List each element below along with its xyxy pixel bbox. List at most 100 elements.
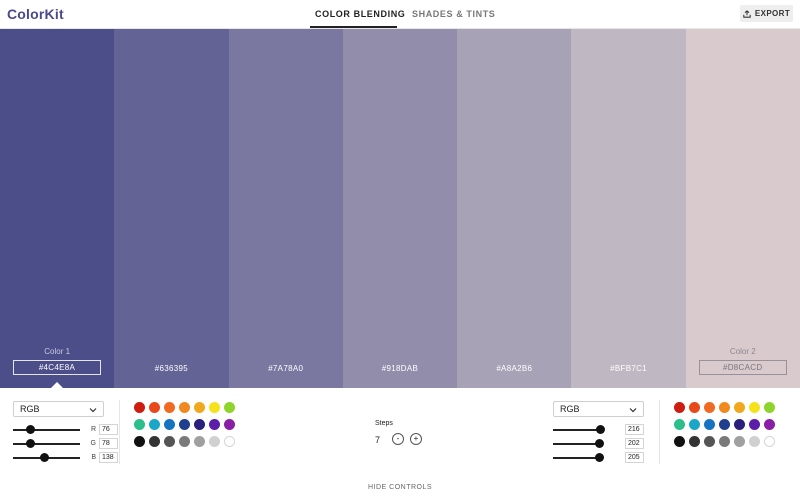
swatch-hex: #918DAB <box>381 364 419 373</box>
controls-panel: RGB R 76 G 78 B 138 Steps 7 - + RGB R 21… <box>0 388 800 500</box>
slider-handle[interactable] <box>596 425 605 434</box>
color1-g-slider[interactable]: G 78 <box>13 438 118 450</box>
color2-b-slider[interactable]: B 205 <box>553 452 653 464</box>
color2-mode-value: RGB <box>560 404 580 414</box>
slider-handle[interactable] <box>595 439 604 448</box>
slider-track <box>13 429 80 431</box>
palette-color-dot[interactable] <box>689 402 700 413</box>
color2-hex-input[interactable]: #D8CACD <box>698 360 787 375</box>
color1-mode-value: RGB <box>20 404 40 414</box>
palette-color-dot[interactable] <box>134 436 145 447</box>
swatch-5[interactable]: #A8A2B6 <box>457 29 572 388</box>
top-bar: ColorKit COLOR BLENDING SHADES & TINTS E… <box>0 0 800 29</box>
palette-color-dot[interactable] <box>224 436 235 447</box>
color1-b-slider[interactable]: B 138 <box>13 452 118 464</box>
palette-color-dot[interactable] <box>134 402 145 413</box>
blend-swatches: Color 1 #4C4E8A #636395 #7A78A0 #918DAB … <box>0 29 800 388</box>
export-button[interactable]: EXPORT <box>740 5 793 22</box>
r-label: R <box>90 426 96 433</box>
palette-color-dot[interactable] <box>749 436 760 447</box>
palette-color-dot[interactable] <box>674 402 685 413</box>
palette-color-dot[interactable] <box>704 402 715 413</box>
color1-label: Color 1 <box>44 347 71 356</box>
palette-color-dot[interactable] <box>149 419 160 430</box>
palette-color-dot[interactable] <box>749 419 760 430</box>
swatch-1[interactable]: Color 1 #4C4E8A <box>0 29 115 388</box>
palette-color-dot[interactable] <box>674 419 685 430</box>
palette-color-dot[interactable] <box>179 436 190 447</box>
color1-hex-input[interactable]: #4C4E8A <box>13 360 101 375</box>
tab-shades-tints[interactable]: SHADES & TINTS <box>412 9 495 19</box>
palette-color-dot[interactable] <box>179 402 190 413</box>
color2-g-input[interactable]: 202 <box>625 438 644 449</box>
color1-r-input[interactable]: 76 <box>99 424 118 435</box>
color1-r-slider[interactable]: R 76 <box>13 424 118 436</box>
steps-increment-button[interactable]: + <box>410 433 422 445</box>
palette-color-dot[interactable] <box>209 419 220 430</box>
chevron-down-icon <box>629 408 637 413</box>
slider-handle[interactable] <box>26 439 35 448</box>
steps-decrement-button[interactable]: - <box>392 433 404 445</box>
palette-color-dot[interactable] <box>164 436 175 447</box>
swatch-hex: #BFB7C1 <box>610 364 647 373</box>
g-label: G <box>90 440 96 447</box>
palette-color-dot[interactable] <box>719 436 730 447</box>
palette-color-dot[interactable] <box>194 419 205 430</box>
color1-palette <box>134 402 239 447</box>
b-label: B <box>91 454 96 461</box>
palette-color-dot[interactable] <box>719 402 730 413</box>
palette-color-dot[interactable] <box>194 436 205 447</box>
color2-r-slider[interactable]: R 216 <box>553 424 653 436</box>
palette-color-dot[interactable] <box>209 436 220 447</box>
palette-color-dot[interactable] <box>734 436 745 447</box>
swatch-3[interactable]: #7A78A0 <box>228 29 343 388</box>
palette-color-dot[interactable] <box>134 419 145 430</box>
color2-g-slider[interactable]: G 202 <box>553 438 653 450</box>
palette-color-dot[interactable] <box>764 419 775 430</box>
palette-color-dot[interactable] <box>149 436 160 447</box>
palette-color-dot[interactable] <box>734 402 745 413</box>
slider-handle[interactable] <box>595 453 604 462</box>
palette-color-dot[interactable] <box>224 419 235 430</box>
swatch-hex: #636395 <box>154 364 189 373</box>
active-tab-indicator <box>310 26 397 28</box>
palette-color-dot[interactable] <box>689 436 700 447</box>
slider-handle[interactable] <box>26 425 35 434</box>
slider-handle[interactable] <box>40 453 49 462</box>
color2-palette <box>674 402 779 447</box>
palette-color-dot[interactable] <box>704 436 715 447</box>
color1-g-input[interactable]: 78 <box>99 438 118 449</box>
swatch-2[interactable]: #636395 <box>114 29 229 388</box>
color2-label: Color 2 <box>729 347 756 356</box>
palette-color-dot[interactable] <box>704 419 715 430</box>
color1-mode-select[interactable]: RGB <box>13 401 104 417</box>
palette-color-dot[interactable] <box>194 402 205 413</box>
swatch-hex: #7A78A0 <box>268 364 304 373</box>
steps-value: 7 <box>375 435 381 445</box>
palette-color-dot[interactable] <box>164 419 175 430</box>
swatch-6[interactable]: #BFB7C1 <box>571 29 686 388</box>
palette-color-dot[interactable] <box>764 436 775 447</box>
palette-color-dot[interactable] <box>224 402 235 413</box>
palette-color-dot[interactable] <box>749 402 760 413</box>
palette-color-dot[interactable] <box>164 402 175 413</box>
color2-mode-select[interactable]: RGB <box>553 401 644 417</box>
palette-color-dot[interactable] <box>689 419 700 430</box>
export-label: EXPORT <box>754 9 791 18</box>
palette-color-dot[interactable] <box>764 402 775 413</box>
palette-color-dot[interactable] <box>674 436 685 447</box>
palette-color-dot[interactable] <box>149 402 160 413</box>
palette-color-dot[interactable] <box>209 402 220 413</box>
swatch-7[interactable]: Color 2 #D8CACD <box>685 29 800 388</box>
palette-color-dot[interactable] <box>719 419 730 430</box>
chevron-down-icon <box>89 408 97 413</box>
app-logo[interactable]: ColorKit <box>7 6 64 22</box>
color1-b-input[interactable]: 138 <box>99 452 118 463</box>
color2-r-input[interactable]: 216 <box>625 424 644 435</box>
palette-color-dot[interactable] <box>734 419 745 430</box>
color2-b-input[interactable]: 205 <box>625 452 644 463</box>
tab-color-blending[interactable]: COLOR BLENDING <box>315 9 405 19</box>
palette-color-dot[interactable] <box>179 419 190 430</box>
hide-controls-button[interactable]: HIDE CONTROLS <box>0 484 800 491</box>
swatch-4[interactable]: #918DAB <box>342 29 458 388</box>
